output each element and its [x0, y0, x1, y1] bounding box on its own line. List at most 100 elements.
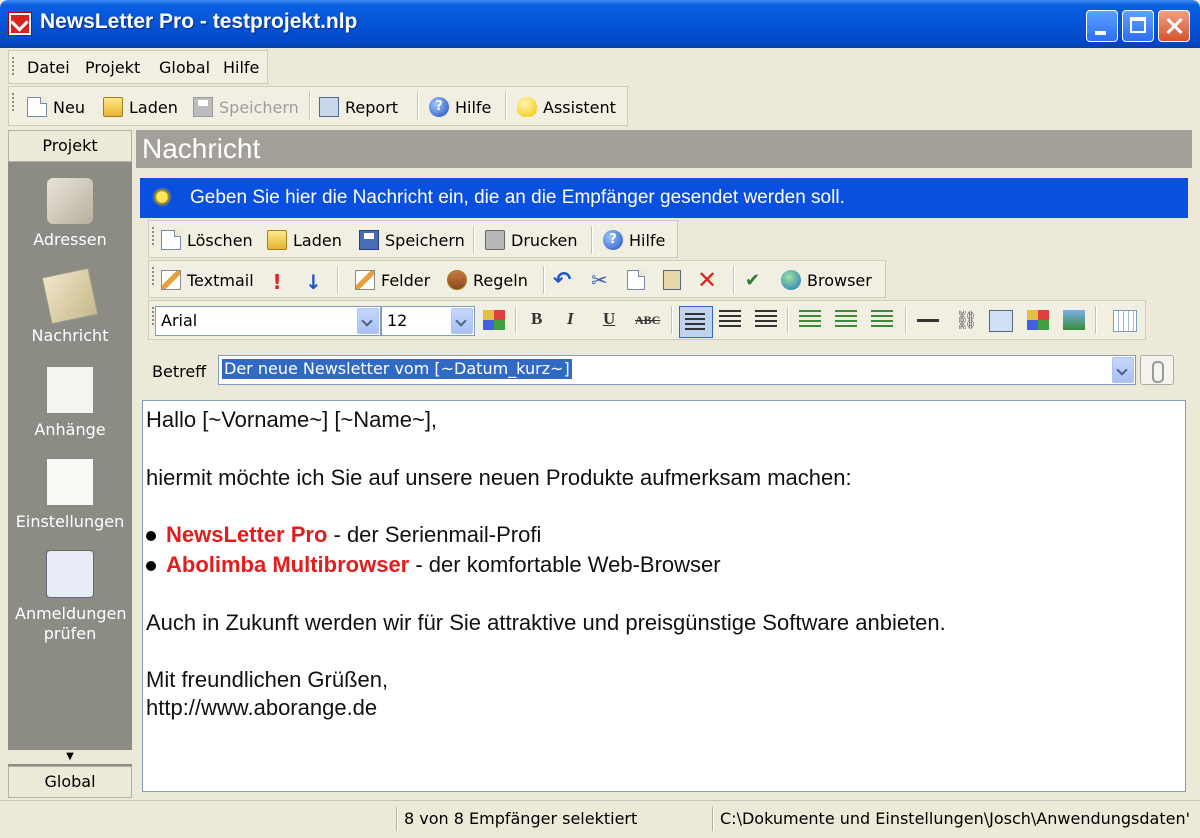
paste-clipboard-icon	[663, 270, 681, 290]
sidebar-item-anmeldungen[interactable]: Anmeldungen prüfen	[8, 550, 132, 644]
rules-button[interactable]: Regeln	[447, 268, 528, 292]
priority-low-button[interactable]: ↓	[305, 268, 325, 294]
align-center-button[interactable]	[719, 310, 741, 330]
path-status: C:\Dokumente und Einstellungen\Josch\Anw…	[720, 809, 1190, 828]
sidebar: Projekt Adressen Nachricht Anhänge Einst…	[8, 130, 132, 798]
selection-status: 8 von 8 Empfänger selektiert	[404, 809, 638, 828]
body-future: Auch in Zukunft werden wir für Sie attra…	[146, 610, 946, 635]
outdent-button[interactable]	[871, 310, 893, 330]
body-intro: hiermit möchte ich Sie auf unsere neuen …	[146, 465, 852, 490]
align-right-button[interactable]	[755, 310, 777, 330]
new-document-icon	[27, 97, 47, 117]
open-folder-icon	[103, 97, 123, 117]
link-button[interactable]: ⛓	[955, 310, 978, 331]
toolbar-grip[interactable]	[152, 227, 154, 247]
subject-value: Der neue Newsletter vom [~Datum_kurz~]	[222, 359, 572, 379]
open-folder-icon	[267, 230, 287, 250]
address-book-icon	[47, 178, 93, 224]
background-color-button[interactable]	[1027, 310, 1049, 330]
message-editor[interactable]: Hallo [~Vorname~] [~Name~], hiermit möch…	[142, 400, 1186, 792]
textmail-button[interactable]: Textmail	[161, 268, 254, 292]
delete-button[interactable]: ✕	[697, 266, 718, 294]
menu-projekt[interactable]: Projekt	[85, 58, 140, 77]
attachment-document-icon	[46, 366, 94, 414]
assistant-button[interactable]: Assistent	[517, 95, 616, 119]
italic-button[interactable]: I	[567, 309, 574, 329]
report-button[interactable]: Report	[319, 95, 398, 119]
copy-button[interactable]	[627, 268, 651, 292]
edit-toolbar: Textmail ! ↓ Felder Regeln ↶ ✂ ✕ ✔ Brows…	[148, 260, 886, 298]
priority-high-button[interactable]: !	[271, 268, 289, 294]
load-button[interactable]: Laden	[103, 95, 178, 119]
paperclip-attach-button[interactable]	[1140, 355, 1174, 385]
minimize-icon	[1095, 31, 1106, 35]
save-button[interactable]: Speichern	[193, 95, 299, 119]
report-icon	[319, 97, 339, 117]
format-toolbar: Arial 12 B I U ABC ⛓	[148, 300, 1146, 340]
align-left-button[interactable]	[679, 306, 713, 338]
horizontal-rule-button[interactable]	[917, 310, 939, 330]
chevron-down-icon[interactable]	[451, 308, 473, 334]
toolbar-grip[interactable]	[12, 93, 14, 113]
insert-image-person-button[interactable]	[989, 310, 1013, 332]
minimize-button[interactable]	[1086, 10, 1118, 42]
bold-button[interactable]: B	[531, 309, 542, 329]
subject-label: Betreff	[152, 362, 207, 381]
print-button[interactable]: Drucken	[485, 228, 578, 252]
load-message-button[interactable]: Laden	[267, 228, 342, 252]
new-button[interactable]: Neu	[27, 95, 85, 119]
copy-icon	[627, 270, 645, 290]
sidebar-header-projekt[interactable]: Projekt	[8, 130, 132, 162]
delete-message-button[interactable]: Löschen	[161, 228, 253, 252]
save-disk-icon	[359, 230, 379, 250]
save-message-button[interactable]: Speichern	[359, 228, 465, 252]
close-button[interactable]	[1158, 10, 1190, 42]
cut-button[interactable]: ✂	[591, 268, 608, 292]
chevron-down-icon[interactable]	[1112, 357, 1134, 383]
sidebar-item-einstellungen[interactable]: Einstellungen	[8, 458, 132, 531]
fields-button[interactable]: Felder	[355, 268, 430, 292]
printer-icon	[485, 230, 505, 250]
chevron-down-icon[interactable]	[357, 308, 379, 334]
message-help-button[interactable]: ? Hilfe	[603, 228, 665, 252]
font-family-select[interactable]: Arial	[155, 306, 381, 336]
rules-icon	[447, 270, 467, 290]
sidebar-header-global[interactable]: Global	[8, 766, 132, 798]
blank-document-icon	[161, 230, 181, 250]
menu-hilfe[interactable]: Hilfe	[223, 58, 259, 77]
insert-table-button[interactable]	[1113, 310, 1137, 332]
bullet-list-button[interactable]	[799, 310, 821, 330]
font-size-select[interactable]: 12	[381, 306, 475, 336]
sidebar-item-adressen[interactable]: Adressen	[8, 178, 132, 249]
delete-x-icon: ✕	[697, 266, 718, 294]
sidebar-item-anhaenge[interactable]: Anhänge	[8, 366, 132, 439]
sidebar-item-nachricht[interactable]: Nachricht	[8, 267, 132, 345]
textmail-pencil-icon	[161, 270, 181, 290]
menu-datei[interactable]: Datei	[27, 58, 70, 77]
list-item: NewsLetter Pro - der Serienmail-Profi	[146, 522, 541, 548]
body-closing: Mit freundlichen Grüßen,	[146, 667, 389, 692]
strikethrough-button[interactable]: ABC	[635, 313, 660, 328]
maximize-icon	[1130, 17, 1146, 33]
insert-picture-button[interactable]	[1063, 310, 1085, 330]
menu-global[interactable]: Global	[159, 58, 210, 77]
help-button[interactable]: ? Hilfe	[429, 95, 491, 119]
title-bar[interactable]: NewsLetter Pro - testprojekt.nlp	[0, 0, 1200, 48]
browser-button[interactable]: Browser	[781, 268, 872, 292]
app-icon[interactable]	[8, 12, 32, 36]
sidebar-scroll-down-icon[interactable]: ▼	[8, 750, 132, 764]
scissors-icon: ✂	[591, 268, 608, 292]
registration-icon	[46, 550, 94, 598]
font-color-button[interactable]	[483, 310, 505, 330]
paste-button[interactable]	[663, 268, 687, 292]
indent-button[interactable]	[835, 310, 857, 330]
underline-button[interactable]: U	[603, 309, 615, 329]
toolbar-grip[interactable]	[152, 267, 154, 287]
globe-icon	[781, 270, 801, 290]
subject-input[interactable]: Der neue Newsletter vom [~Datum_kurz~]	[218, 355, 1136, 385]
toolbar-grip[interactable]	[12, 57, 14, 77]
spellcheck-button[interactable]: ✔	[745, 268, 760, 292]
undo-button[interactable]: ↶	[553, 268, 571, 293]
toolbar-grip[interactable]	[152, 307, 154, 327]
maximize-button[interactable]	[1122, 10, 1154, 42]
